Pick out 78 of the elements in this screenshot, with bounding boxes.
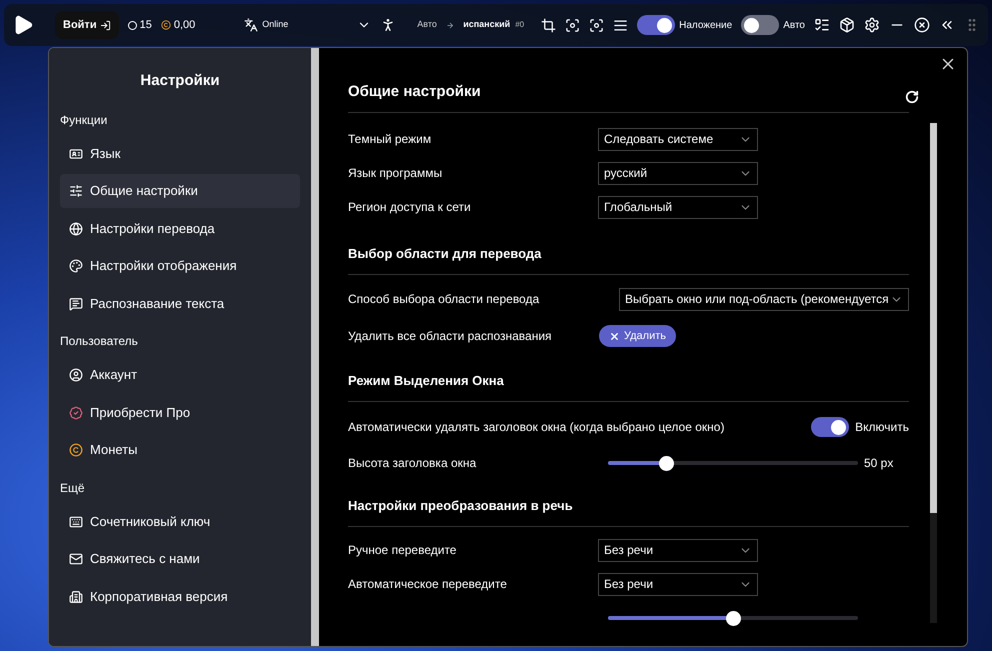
setting-label: Язык программы <box>348 166 442 180</box>
sidebar-item[interactable]: Аккаунт <box>60 358 300 392</box>
sidebar-item[interactable]: Свяжитесь с нами <box>60 542 300 576</box>
setting-label: Удалить все области распознавания <box>348 329 552 343</box>
points-icon <box>128 20 137 30</box>
crop-icon[interactable] <box>541 18 556 32</box>
toggle-label: Наложение <box>679 18 732 32</box>
dropdown[interactable]: русский <box>598 162 758 184</box>
section-title: Режим Выделения Окна <box>348 373 504 388</box>
coins-count: 0,00 <box>160 16 196 34</box>
slider[interactable] <box>608 610 858 626</box>
sidebar-item[interactable]: Приобрести Про <box>60 396 300 430</box>
setting-label: Высота заголовка окна <box>348 456 476 470</box>
coin-icon <box>160 20 171 30</box>
id-card-icon <box>69 146 83 160</box>
sidebar-item[interactable]: Настройки перевода <box>60 212 300 246</box>
setting-label: Автоматически удалять заголовок окна (когда выбрано целое окно) <box>348 419 724 436</box>
message-icon <box>69 296 83 310</box>
target-language[interactable]: испанский <box>463 18 510 32</box>
group-title: Пользователь <box>60 333 139 350</box>
badge-icon <box>69 406 83 420</box>
sidebar-item[interactable]: Язык <box>60 136 300 170</box>
settings-icon[interactable] <box>864 17 880 33</box>
toggle-switch[interactable] <box>637 15 676 35</box>
slider-value: 50 px <box>864 455 894 472</box>
setting-label: Ручное переведите <box>348 543 456 557</box>
dropdown[interactable]: Без речи <box>598 538 758 562</box>
section-title: Настройки преобразования в речь <box>348 498 573 513</box>
toggle-label: Включить <box>855 419 909 436</box>
group-title: Ещё <box>60 480 86 496</box>
sidebar-item[interactable]: Настройки отображения <box>60 249 300 283</box>
slider-thumb[interactable] <box>658 456 674 470</box>
sidebar-item[interactable]: Монеты <box>60 433 300 467</box>
mode-label[interactable]: Online <box>244 18 288 32</box>
target-index: #0 <box>515 19 524 31</box>
coin-icon <box>69 443 83 457</box>
section-title: Выбор области для перевода <box>348 246 542 261</box>
login-button[interactable]: Войти <box>55 11 119 39</box>
setting-label: Автоматическое переведите <box>348 577 507 591</box>
toggle-switch[interactable] <box>811 417 850 437</box>
focus-icon[interactable] <box>565 18 580 32</box>
dropdown[interactable]: Следовать системе <box>598 128 758 150</box>
delete-button[interactable]: Удалить <box>599 325 676 347</box>
focus-icon[interactable] <box>589 18 604 32</box>
toggle-switch[interactable] <box>741 15 780 35</box>
text-lines-icon[interactable] <box>613 18 628 32</box>
close-icon[interactable] <box>914 17 930 33</box>
dropdown[interactable]: Без речи <box>598 572 758 596</box>
sidebar-item[interactable]: Распознавание текста <box>60 286 300 320</box>
dropdown[interactable]: Выбрать окно или под-область (рекомендуется <box>619 288 909 310</box>
slider-thumb[interactable] <box>726 610 741 626</box>
sidebar-item[interactable]: Корпоративная версия <box>60 580 300 614</box>
sidebar-item[interactable]: Общие настройки <box>60 174 300 208</box>
sliders-icon <box>69 184 83 198</box>
translate-icon <box>244 18 258 32</box>
source-language[interactable]: Авто <box>417 18 437 32</box>
building-icon <box>69 590 83 604</box>
refresh-icon[interactable] <box>905 90 919 104</box>
x-icon <box>609 330 620 342</box>
dropdown[interactable]: Глобальный <box>598 196 758 218</box>
user-icon <box>69 368 83 382</box>
slider[interactable] <box>608 456 858 470</box>
sidebar-title: Настройки <box>139 71 221 91</box>
sidebar-item[interactable]: Сочетниковый ключ <box>60 504 300 538</box>
setting-label: Регион доступа к сети <box>348 200 471 214</box>
mail-icon <box>69 552 83 566</box>
group-title: Функции <box>60 112 108 128</box>
points-count: 15 <box>128 16 152 34</box>
box-icon[interactable] <box>839 17 855 33</box>
page-title: Общие настройки <box>348 82 481 102</box>
globe-icon <box>69 222 83 236</box>
setting-label: Темный режим <box>348 132 432 146</box>
keyboard-icon <box>69 514 83 528</box>
setting-label: Способ выбора области перевода <box>348 291 540 308</box>
list-edit-icon[interactable] <box>814 17 830 33</box>
login-icon <box>100 20 111 30</box>
toggle-label: Авто <box>783 18 805 32</box>
palette-icon <box>69 259 83 273</box>
